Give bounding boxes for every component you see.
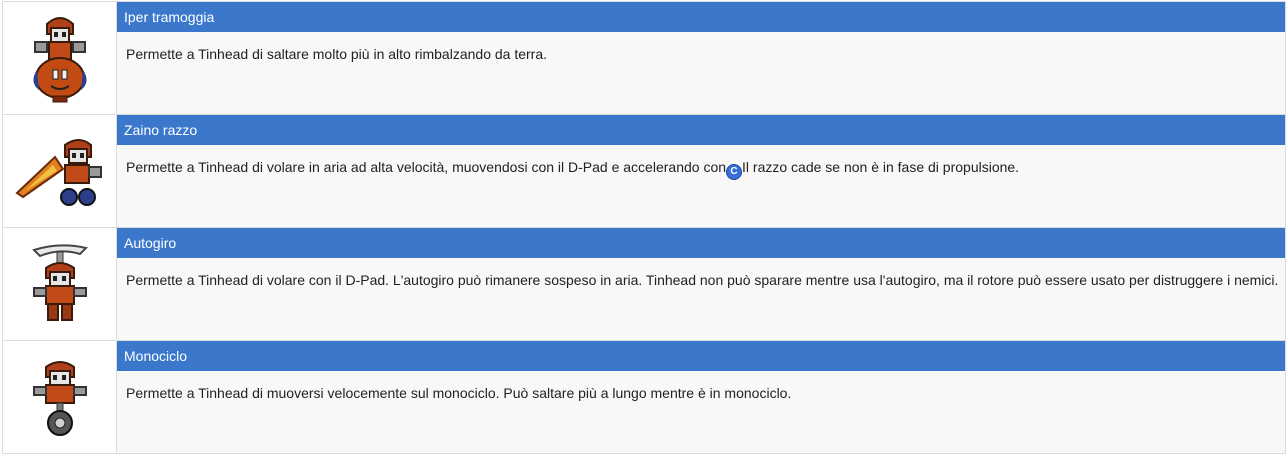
powerup-icon-cell [3, 341, 117, 453]
powerup-row: Monociclo Permette a Tinhead di muoversi… [2, 341, 1286, 454]
powerup-icon-cell [3, 2, 117, 114]
powerup-title: Iper tramoggia [117, 2, 1285, 32]
tinhead-hopper-icon [32, 17, 87, 103]
powerup-description-cell: Permette a Tinhead di volare con il D-Pa… [117, 258, 1285, 340]
powerup-title: Autogiro [117, 228, 1285, 258]
powerup-row: Autogiro Permette a Tinhead di volare co… [2, 228, 1286, 341]
tinhead-unicycle-icon [32, 361, 87, 436]
powerup-row: Iper tramoggia Permette a Tinhead di sal… [2, 2, 1286, 115]
powerup-title: Zaino razzo [117, 115, 1285, 145]
powerup-description-cell: Permette a Tinhead di volare in aria ad … [117, 145, 1285, 227]
tinhead-rocket-pack-icon [14, 139, 102, 206]
powerup-icon-cell [3, 228, 117, 340]
powerup-description: Permette a Tinhead di volare con il D-Pa… [126, 272, 1279, 288]
c-button-icon: C [727, 165, 742, 179]
powerup-description-continued: Il razzo cade se non è in fase di propul… [742, 159, 1020, 175]
powerup-description-cell: Permette a Tinhead di saltare molto più … [117, 32, 1285, 114]
powerup-description: Permette a Tinhead di saltare molto più … [126, 46, 548, 62]
powerup-row: Zaino razzo Permette a Tinhead di volare… [2, 115, 1286, 228]
powerup-icon-cell [3, 115, 117, 227]
powerup-title: Monociclo [117, 341, 1285, 371]
powerup-description: Permette a Tinhead di muoversi velocemen… [126, 385, 792, 401]
powerup-description-cell: Permette a Tinhead di muoversi velocemen… [117, 371, 1285, 453]
powerup-description: Permette a Tinhead di volare in aria ad … [126, 159, 727, 175]
tinhead-gyrocopter-icon [31, 244, 88, 321]
powerups-table: Iper tramoggia Permette a Tinhead di sal… [2, 1, 1286, 454]
